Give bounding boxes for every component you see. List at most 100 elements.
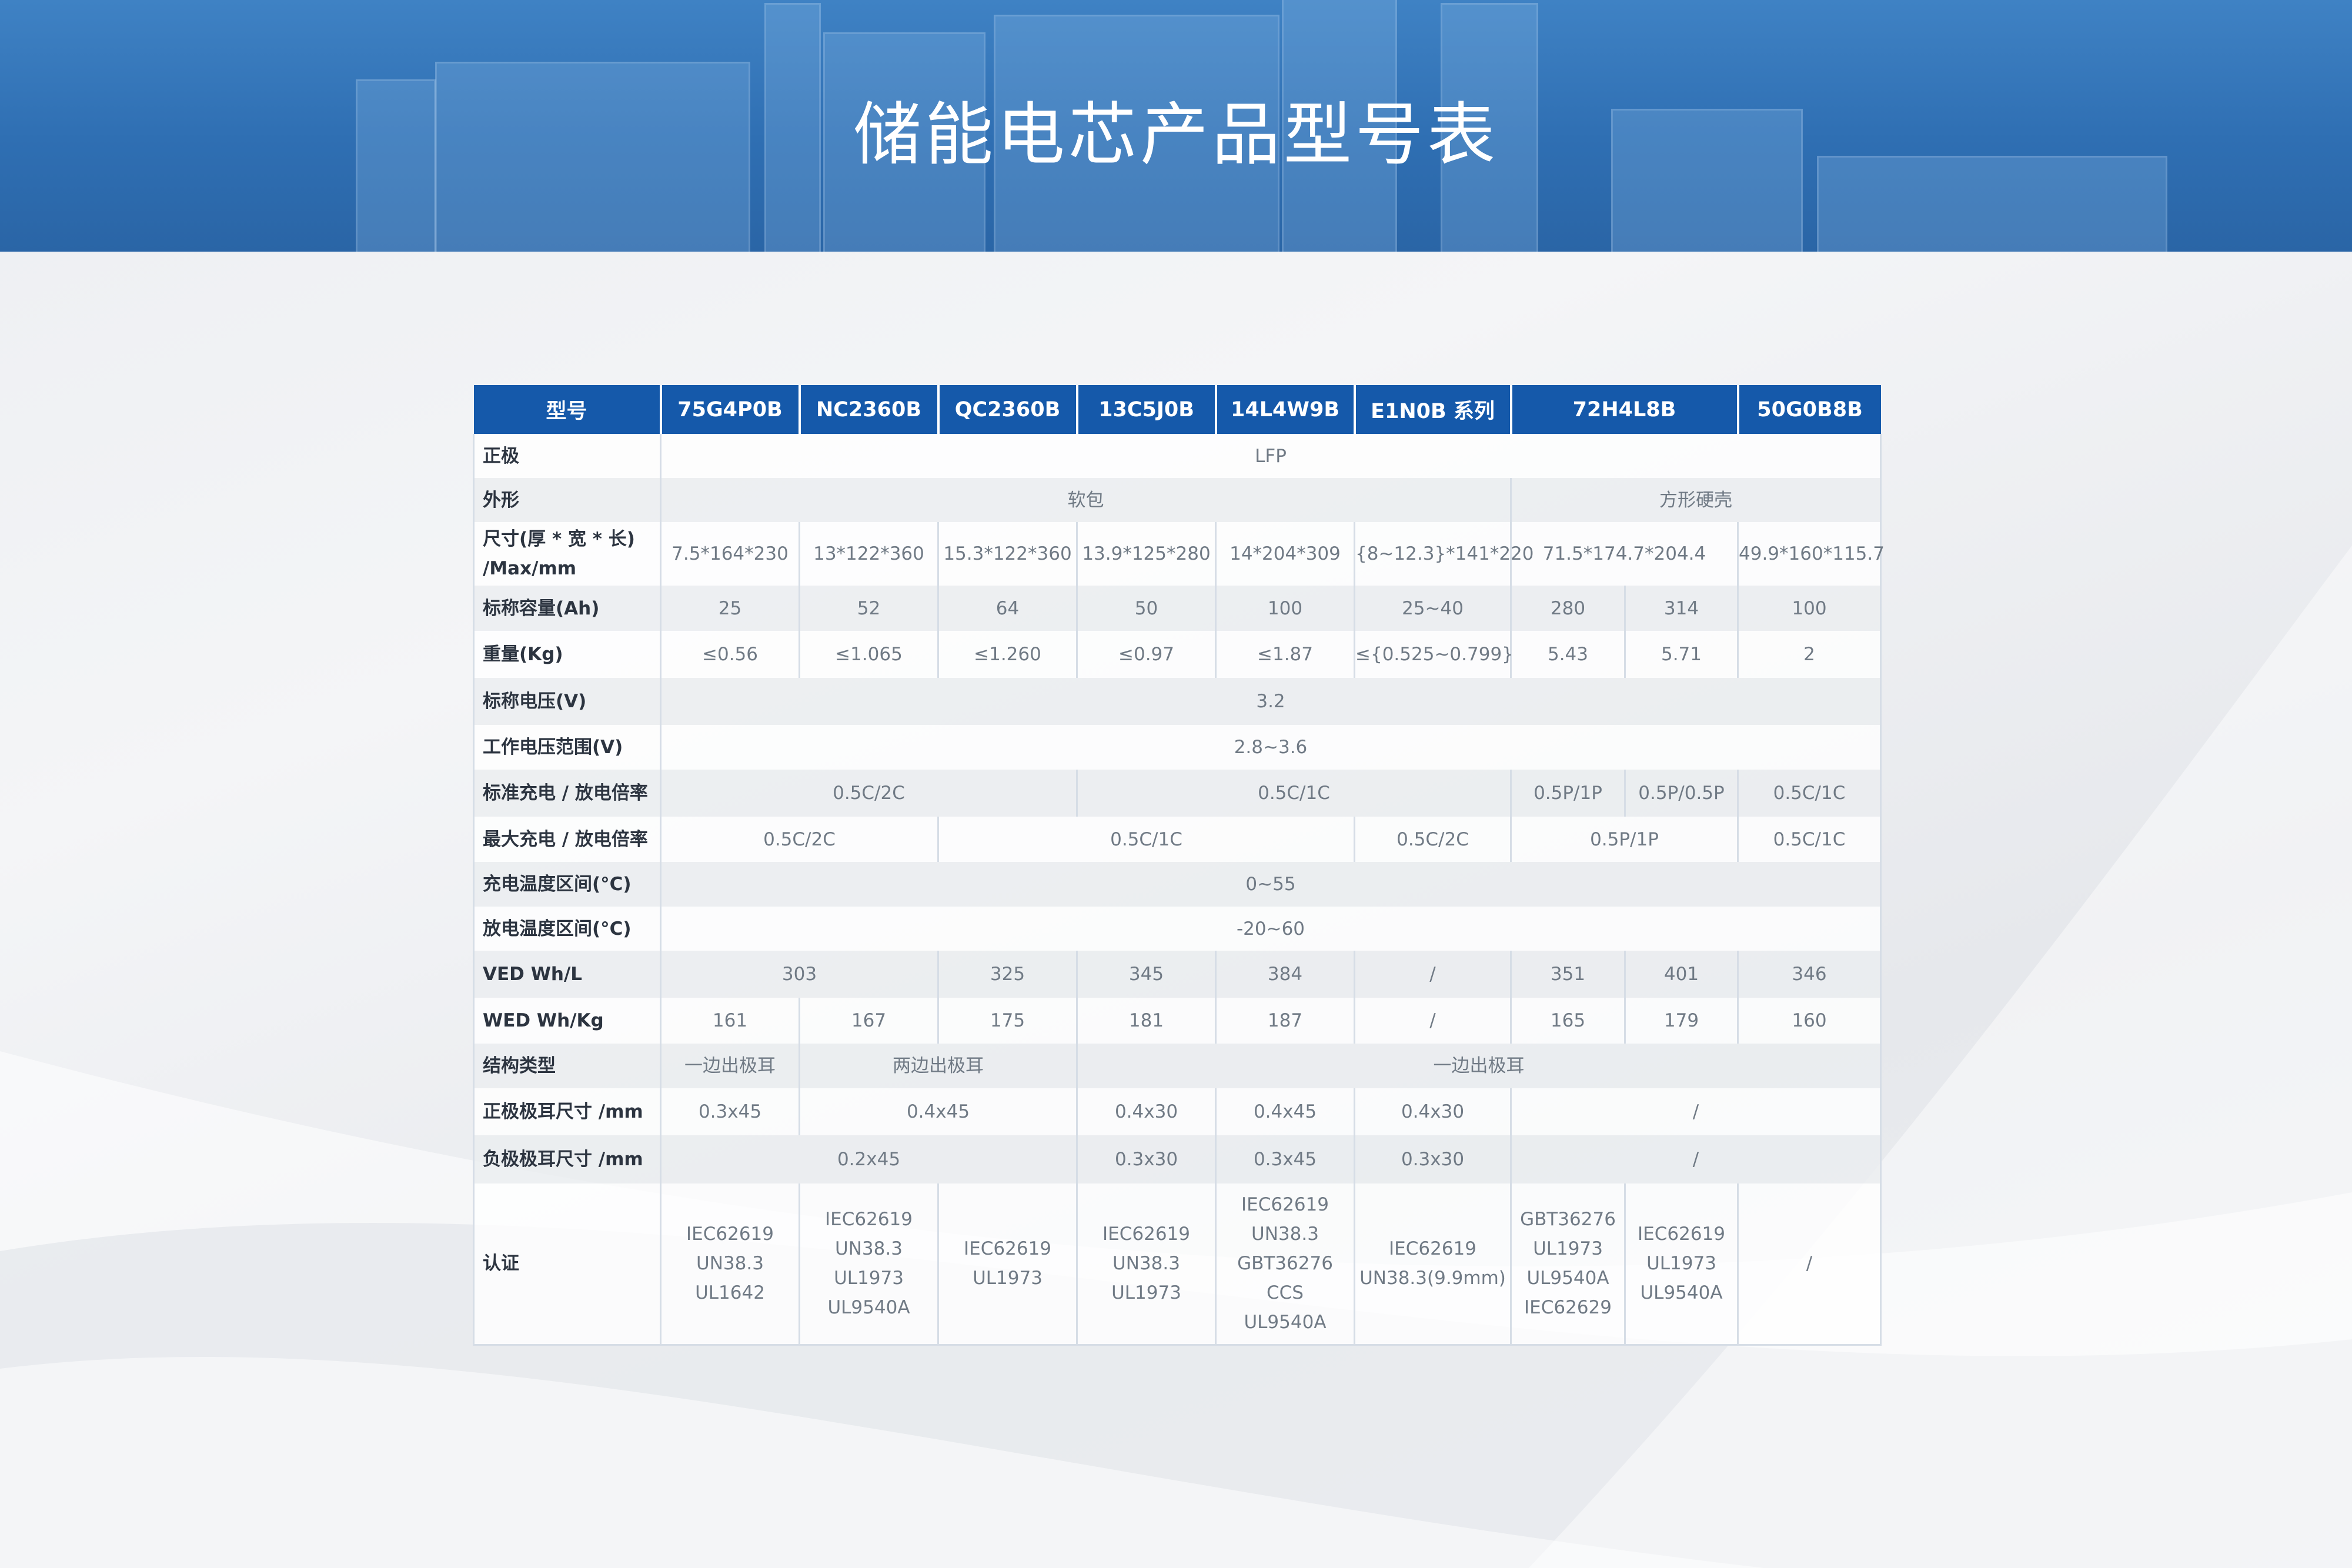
- cert-item: UL9540A: [1640, 1282, 1723, 1304]
- cert-cell: IEC62619 UN38.3(9.9mm): [1354, 1183, 1512, 1346]
- table-cell: 0.3x45: [660, 1088, 800, 1135]
- table-cell: 3.2: [660, 678, 1882, 725]
- table-cell: 100: [1738, 586, 1882, 631]
- table-cell: 0.3x30: [1354, 1135, 1512, 1183]
- table-cell: 一边出极耳: [660, 1044, 800, 1088]
- cert-item: UL9540A: [827, 1297, 910, 1319]
- table-row: 重量(Kg) ≤0.56 ≤1.065 ≤1.260 ≤0.97 ≤1.87 ≤…: [473, 631, 1882, 678]
- row-label: 认证: [473, 1183, 662, 1346]
- table-cell: 160: [1738, 998, 1882, 1044]
- table-cell: 一边出极耳: [1077, 1044, 1882, 1088]
- table-cell: 100: [1215, 586, 1355, 631]
- table-cell: 7.5*164*230: [660, 522, 800, 586]
- cert-item: GBT36276: [1520, 1209, 1616, 1231]
- table-cell: 0.4x30: [1354, 1088, 1512, 1135]
- table-cell: 0.5C/1C: [1738, 817, 1882, 862]
- table-cell: 0.5P/1P: [1511, 770, 1626, 817]
- table-cell: ≤1.260: [938, 631, 1078, 678]
- table-cell: 0.5C/2C: [1354, 817, 1512, 862]
- table-cell: 0.5C/2C: [660, 770, 1078, 817]
- table-row: 标准充电 / 放电倍率 0.5C/2C 0.5C/1C 0.5P/1P 0.5P…: [473, 770, 1882, 817]
- header-cell: 型号: [473, 385, 662, 434]
- table-cell: 13.9*125*280: [1077, 522, 1217, 586]
- table-cell: 0.5C/2C: [660, 817, 939, 862]
- table-cell: ≤1.065: [799, 631, 939, 678]
- table-cell: 0.3x45: [1215, 1135, 1355, 1183]
- table-cell: 167: [799, 998, 939, 1044]
- row-label: 标称容量(Ah): [473, 586, 662, 631]
- cert-item: UL9540A: [1526, 1268, 1609, 1289]
- cert-item: CCS: [1267, 1282, 1304, 1304]
- table-cell: 0.4x45: [1215, 1088, 1355, 1135]
- table-cell: 0.5C/1C: [938, 817, 1355, 862]
- cert-item: IEC62619: [686, 1223, 774, 1245]
- cert-item: IEC62619: [825, 1209, 913, 1231]
- row-label-line: /Max/mm: [483, 558, 577, 579]
- table-cell: 0.3x30: [1077, 1135, 1217, 1183]
- table-row: 负极极耳尺寸 /mm 0.2x45 0.3x30 0.3x45 0.3x30 /: [473, 1135, 1882, 1183]
- table-cell: /: [1511, 1135, 1882, 1183]
- table-cell: 2.8~3.6: [660, 725, 1882, 770]
- header-cell: 72H4L8B: [1511, 385, 1739, 434]
- cert-item: UL1642: [695, 1282, 765, 1304]
- table-cell: 5.71: [1625, 631, 1739, 678]
- table-cell: 0.2x45: [660, 1135, 1078, 1183]
- product-spec-table: 型号 75G4P0B NC2360B QC2360B 13C5J0B 14L4W…: [473, 385, 1885, 1346]
- cert-item: UN38.3: [1251, 1223, 1319, 1245]
- table-cell: 71.5*174.7*204.4: [1511, 522, 1739, 586]
- header-cell: 50G0B8B: [1738, 385, 1881, 434]
- row-label: 放电温度区间(°C): [473, 907, 662, 951]
- table-cell: /: [1354, 951, 1512, 998]
- table-cell: ≤1.87: [1215, 631, 1355, 678]
- table-cell: 方形硬壳: [1511, 478, 1882, 522]
- table-cell: 187: [1215, 998, 1355, 1044]
- cert-cell: IEC62619 UN38.3 UL1973: [1077, 1183, 1217, 1346]
- cert-item: IEC62619: [1638, 1223, 1725, 1245]
- table-cell: 325: [938, 951, 1078, 998]
- table-cell: 0.5C/1C: [1077, 770, 1512, 817]
- cert-cell: /: [1738, 1183, 1882, 1346]
- cert-item: UL1973: [1646, 1253, 1716, 1275]
- table-cell: 179: [1625, 998, 1739, 1044]
- cert-item: IEC62619: [964, 1238, 1051, 1260]
- table-cell: 14*204*309: [1215, 522, 1355, 586]
- table-cell: 64: [938, 586, 1078, 631]
- cert-item: UN38.3: [696, 1253, 764, 1275]
- table-cell: 401: [1625, 951, 1739, 998]
- row-label: 工作电压范围(V): [473, 725, 662, 770]
- table-row: 最大充电 / 放电倍率 0.5C/2C 0.5C/1C 0.5C/2C 0.5P…: [473, 817, 1882, 862]
- cert-item: IEC62629: [1524, 1297, 1612, 1319]
- header-cell: 14L4W9B: [1215, 385, 1356, 434]
- table-cell: 0.5P/0.5P: [1625, 770, 1739, 817]
- cert-item: UL1973: [973, 1268, 1043, 1289]
- table-row: 外形 软包 方形硬壳: [473, 478, 1882, 522]
- cert-item: UN38.3: [1112, 1253, 1180, 1275]
- table-header-row: 型号 75G4P0B NC2360B QC2360B 13C5J0B 14L4W…: [473, 385, 1881, 434]
- header-banner: 储能电芯产品型号表: [0, 0, 2352, 252]
- row-label: 外形: [473, 478, 662, 522]
- table-cell: LFP: [660, 434, 1882, 478]
- cert-cell: IEC62619 UN38.3 GBT36276 CCS UL9540A: [1215, 1183, 1355, 1346]
- cert-item: IEC62619: [1389, 1238, 1476, 1260]
- cert-item: UL9540A: [1244, 1312, 1327, 1333]
- table-cell: 50: [1077, 586, 1217, 631]
- table-row: 标称容量(Ah) 25 52 64 50 100 25~40 280 314 1…: [473, 586, 1882, 631]
- table-cell: 0.4x45: [799, 1088, 1078, 1135]
- row-label: 最大充电 / 放电倍率: [473, 817, 662, 862]
- table-cell: 52: [799, 586, 939, 631]
- row-label: VED Wh/L: [473, 951, 662, 998]
- header-cell: 13C5J0B: [1077, 385, 1217, 434]
- row-label: 正极极耳尺寸 /mm: [473, 1088, 662, 1135]
- table-cell: 384: [1215, 951, 1355, 998]
- table-cell: {8~12.3}*141*220: [1354, 522, 1534, 586]
- table-cell: 2: [1738, 631, 1882, 678]
- table-cell: 165: [1511, 998, 1626, 1044]
- row-label: 标准充电 / 放电倍率: [473, 770, 662, 817]
- row-label-line: 尺寸(厚 * 宽 * 长): [483, 529, 635, 550]
- table-cell: 5.43: [1511, 631, 1626, 678]
- row-label: 标称电压(V): [473, 678, 662, 725]
- row-label: 尺寸(厚 * 宽 * 长) /Max/mm: [473, 522, 662, 586]
- table-cell: 181: [1077, 998, 1217, 1044]
- table-row: WED Wh/Kg 161 167 175 181 187 / 165 179 …: [473, 998, 1882, 1044]
- table-cell: 314: [1625, 586, 1739, 631]
